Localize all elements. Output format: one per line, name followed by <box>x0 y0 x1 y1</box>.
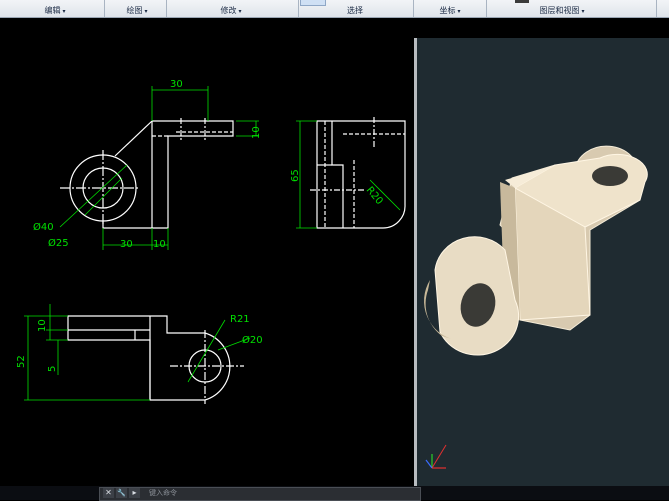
dimension-label: 30 <box>120 239 133 250</box>
side-view-dimensions <box>296 120 401 229</box>
plan-view-dimensions <box>24 304 251 401</box>
plan-view <box>67 315 244 404</box>
dimension-label: R21 <box>230 314 250 325</box>
command-input[interactable] <box>99 487 421 501</box>
front-view-dimensions <box>59 86 259 250</box>
dimension-label: 5 <box>47 366 58 372</box>
close-icon[interactable]: ✕ <box>103 488 114 498</box>
dimension-label: 30 <box>170 79 183 90</box>
front-view-labels: 30 10 Ø40 Ø25 30 10 <box>33 79 262 250</box>
dimension-label: 65 <box>290 169 301 182</box>
command-prompt: 键入命令 <box>149 489 177 497</box>
technical-drawing: 30 10 Ø40 Ø25 30 10 65 R20 10 52 5 R21 Ø… <box>16 79 648 469</box>
dimension-label: R20 <box>364 185 385 207</box>
dimension-label: Ø40 <box>33 221 54 233</box>
front-view <box>60 118 234 229</box>
bracket-3d-model <box>424 145 648 356</box>
dimension-label: Ø25 <box>48 237 69 249</box>
side-view-labels: 65 R20 <box>290 169 385 207</box>
command-history-dropdown[interactable]: ▸ <box>129 488 140 498</box>
dimension-label: 52 <box>16 355 27 368</box>
dimension-label: 10 <box>251 126 262 139</box>
plan-view-labels: 10 52 5 R21 Ø20 <box>16 314 263 372</box>
dimension-label: 10 <box>153 239 166 250</box>
ucs-axis-icon <box>425 444 447 469</box>
wrench-icon[interactable]: 🔧 <box>116 488 127 498</box>
side-view <box>310 117 406 229</box>
dimension-label: 10 <box>37 319 48 332</box>
dimension-label: Ø20 <box>242 334 263 346</box>
